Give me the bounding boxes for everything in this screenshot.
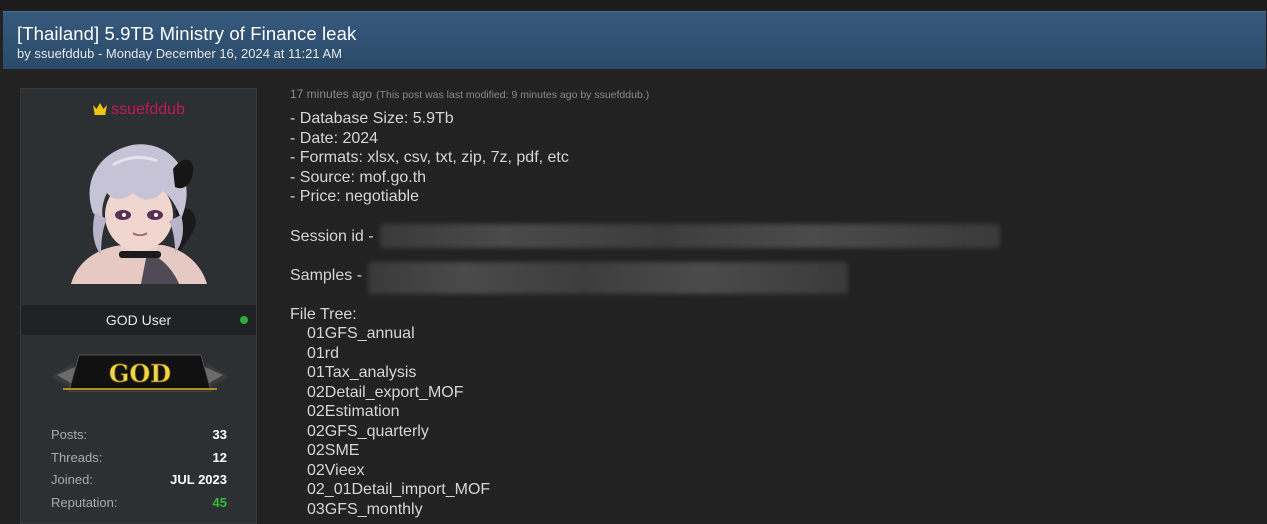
thread-title: [Thailand] 5.9TB Ministry of Finance lea…	[17, 23, 357, 44]
samples-link-redacted[interactable]	[368, 262, 848, 294]
top-strip	[0, 0, 1267, 10]
god-badge-text: GOD	[109, 359, 171, 388]
file-tree-item: 02Vieex	[307, 461, 365, 479]
stat-label: Reputation:	[51, 494, 118, 510]
thread-byline: by ssuefddub - Monday December 16, 2024 …	[17, 46, 342, 61]
stat-value: 12	[212, 449, 227, 465]
file-tree-item: 01Tax_analysis	[307, 364, 417, 381]
file-tree-label: File Tree:	[290, 306, 357, 323]
stat-value: JUL 2023	[170, 472, 227, 487]
user-stats: Posts: 33 Threads: 12 Joined: JUL 2023 R…	[51, 427, 227, 517]
stat-label: Posts:	[51, 427, 88, 442]
file-tree-item: 03GFS_monthly	[307, 500, 423, 518]
username-row: ssuefddub	[21, 101, 256, 119]
stat-threads: Threads: 12	[51, 450, 227, 473]
username-link[interactable]: ssuefddub	[111, 101, 185, 118]
stat-posts: Posts: 33	[51, 427, 227, 450]
post-modified-note: (This post was last modified: 9 minutes …	[376, 89, 650, 101]
detail-line: - Formats: xlsx, csv, txt, zip, 7z, pdf,…	[290, 149, 569, 166]
detail-line: - Price: negotiable	[290, 188, 419, 205]
file-tree-item: 01GFS_annual	[307, 325, 415, 342]
stat-label: Threads:	[51, 449, 103, 465]
post-time[interactable]: 17 minutes ago	[290, 87, 372, 101]
rank-label: GOD User	[105, 312, 172, 328]
detail-line: - Date: 2024	[290, 129, 379, 147]
file-tree-item: 01rd	[307, 344, 340, 362]
reputation-value[interactable]: 45	[213, 495, 227, 510]
avatar	[71, 144, 207, 284]
stat-reputation: Reputation: 45	[51, 495, 227, 518]
session-id-redacted	[380, 224, 1000, 248]
god-rank-badge: GOD	[51, 354, 229, 392]
file-tree-item: 02SME	[307, 442, 360, 459]
file-tree-item: 02Detail_export_MOF	[307, 383, 464, 401]
crown-icon	[93, 103, 108, 115]
stat-value: 33	[212, 427, 227, 442]
thread-header: [Thailand] 5.9TB Ministry of Finance lea…	[3, 11, 1266, 69]
file-tree-item: 02_01Detail_import_MOF	[307, 481, 491, 498]
detail-line: - Source: mof.go.th	[290, 168, 427, 186]
stat-joined: Joined: JUL 2023	[51, 472, 227, 495]
file-tree-item: 02GFS_quarterly	[307, 422, 429, 440]
samples-label: Samples -	[290, 267, 363, 284]
stat-label: Joined:	[51, 472, 93, 487]
session-label: Session id -	[290, 228, 374, 245]
detail-line: - Database Size: 5.9Tb	[290, 110, 454, 127]
file-tree-item: 02Estimation	[307, 403, 400, 420]
rank-bar: GOD User	[21, 305, 256, 335]
online-status-icon	[240, 316, 248, 324]
user-panel: ssuefddub GOD User GOD Posts: 33 Threads…	[20, 88, 257, 524]
post-meta: 17 minutes ago (This post was last modifi…	[290, 87, 649, 101]
